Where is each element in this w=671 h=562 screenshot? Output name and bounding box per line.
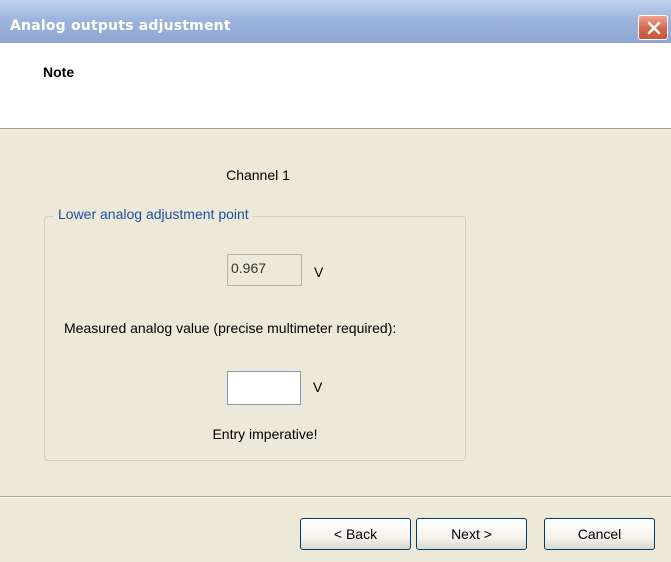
next-button[interactable]: Next >: [416, 518, 527, 550]
measured-value-label: Measured analog value (precise multimete…: [64, 320, 397, 336]
footer-separator: [0, 496, 671, 498]
adjustment-groupbox: [44, 216, 466, 461]
title-bar[interactable]: Analog outputs adjustment: [0, 0, 671, 43]
wizard-header: Note: [0, 43, 671, 129]
close-button[interactable]: [638, 15, 668, 40]
output-value-readout: 0.967: [227, 254, 302, 286]
measured-unit-label: V: [313, 379, 323, 395]
header-title: Note: [43, 64, 75, 80]
back-button[interactable]: < Back: [300, 518, 411, 550]
window-title: Analog outputs adjustment: [10, 18, 231, 34]
cancel-button[interactable]: Cancel: [544, 518, 655, 550]
measured-value-input[interactable]: [227, 371, 301, 405]
output-unit-label: V: [314, 264, 324, 280]
channel-label: Channel 1: [226, 167, 290, 183]
adjustment-dialog: Analog outputs adjustment Note Channel 1…: [0, 0, 671, 562]
close-icon: [647, 21, 661, 35]
entry-required-note: Entry imperative!: [212, 426, 318, 442]
groupbox-title: Lower analog adjustment point: [54, 206, 253, 222]
